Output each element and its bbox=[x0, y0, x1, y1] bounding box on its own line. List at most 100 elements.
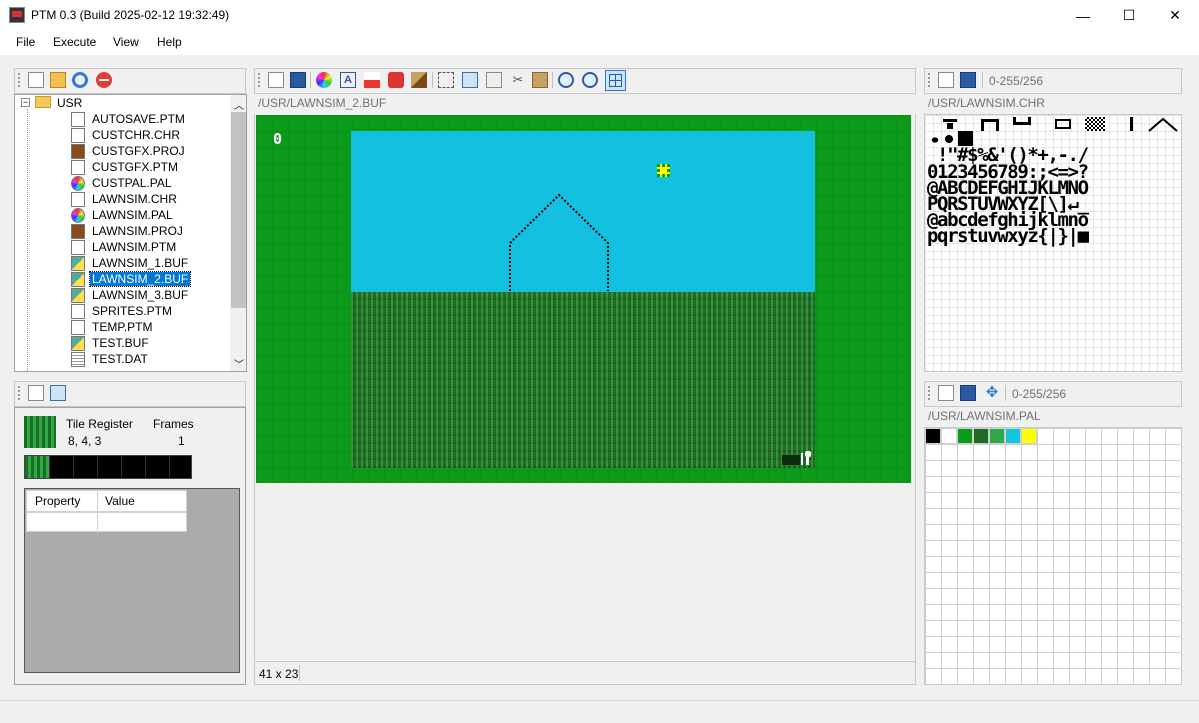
delete-icon[interactable] bbox=[96, 72, 112, 88]
tile-register-value: 8, 4, 3 bbox=[68, 434, 102, 448]
data-icon bbox=[71, 351, 85, 367]
tile-panel: Tile Register 8, 4, 3 Frames 1 Property … bbox=[14, 407, 246, 685]
pal-range: 0-255/256 bbox=[1012, 387, 1067, 401]
mower-sprite bbox=[782, 451, 814, 467]
menu-execute[interactable]: Execute bbox=[53, 35, 96, 49]
tree-item[interactable]: LAWNSIM.CHR bbox=[71, 191, 179, 207]
chr-row-6: pqrstuvwxyz{|}|■ bbox=[927, 225, 1089, 247]
zoom-in-icon[interactable] bbox=[558, 72, 574, 88]
tile-preview bbox=[24, 416, 56, 448]
palette-grid[interactable] bbox=[924, 427, 1182, 685]
paste-icon[interactable] bbox=[532, 72, 548, 88]
collapse-toggle[interactable]: − bbox=[21, 98, 30, 107]
new-pal-icon[interactable] bbox=[938, 385, 954, 401]
new-chr-icon[interactable] bbox=[938, 72, 954, 88]
project-icon bbox=[71, 143, 85, 159]
text-tool-icon[interactable]: A bbox=[340, 72, 356, 88]
save-icon[interactable] bbox=[290, 72, 306, 88]
move-icon[interactable]: ✥ bbox=[984, 385, 1000, 401]
scroll-up-icon[interactable]: ︿ bbox=[234, 97, 244, 112]
tree-item[interactable]: LAWNSIM.PROJ bbox=[71, 223, 185, 239]
copy-icon[interactable] bbox=[486, 72, 502, 88]
grid-toggle-icon[interactable] bbox=[605, 70, 626, 91]
tree-item[interactable]: LAWNSIM.PTM bbox=[71, 239, 178, 255]
editor-area[interactable]: 0 bbox=[254, 114, 916, 661]
property-header: Property bbox=[35, 494, 81, 508]
tree-item[interactable]: CUSTCHR.CHR bbox=[71, 127, 182, 143]
menu-file[interactable]: File bbox=[16, 35, 35, 49]
brush-icon[interactable] bbox=[411, 72, 427, 88]
palette-swatch[interactable] bbox=[941, 428, 957, 444]
tree-item[interactable]: CUSTGFX.PROJ bbox=[71, 143, 187, 159]
menu-help[interactable]: Help bbox=[157, 35, 182, 49]
tree-scrollbar[interactable]: ︿ ﹀ bbox=[230, 95, 246, 371]
close-button[interactable]: ✕ bbox=[1152, 0, 1198, 31]
frame-strip[interactable] bbox=[24, 455, 192, 479]
document-icon bbox=[71, 159, 85, 175]
new-file-icon[interactable] bbox=[28, 72, 44, 88]
new-tile-icon[interactable] bbox=[28, 385, 44, 401]
palette-swatch[interactable] bbox=[973, 428, 989, 444]
score-text: 0 bbox=[273, 130, 283, 148]
charset-grid[interactable]: !"#$%&'()*+,-./ 0123456789:;<=>? @ABCDEF… bbox=[924, 114, 1182, 372]
buffer-size-text: 41 x 23 bbox=[259, 667, 299, 681]
cut-icon[interactable]: ✂ bbox=[510, 72, 526, 88]
palette-swatch[interactable] bbox=[957, 428, 973, 444]
open-folder-icon[interactable] bbox=[50, 72, 66, 88]
editor-statusbar: 41 x 23 bbox=[254, 661, 916, 685]
buffer-icon bbox=[71, 255, 85, 271]
palette-swatch[interactable] bbox=[925, 428, 941, 444]
property-grid[interactable]: Property Value bbox=[24, 488, 240, 673]
tree-item[interactable]: LAWNSIM_3.BUF bbox=[71, 287, 190, 303]
pal-path: /USR/LAWNSIM.PAL bbox=[924, 408, 1182, 427]
menu-bar: File Execute View Help bbox=[0, 31, 1199, 55]
save-chr-icon[interactable] bbox=[960, 72, 976, 88]
tree-item[interactable]: CUSTGFX.PTM bbox=[71, 159, 180, 175]
font-icon bbox=[71, 127, 85, 143]
refresh-icon[interactable] bbox=[72, 72, 88, 88]
palette-swatch[interactable] bbox=[1021, 428, 1037, 444]
document-icon bbox=[71, 319, 85, 335]
tree-item[interactable]: LAWNSIM_1.BUF bbox=[71, 255, 190, 271]
scroll-thumb[interactable] bbox=[231, 112, 246, 308]
new-buffer-icon[interactable] bbox=[268, 72, 284, 88]
color-picker-icon[interactable] bbox=[316, 72, 332, 88]
tree-item[interactable]: TEST.BUF bbox=[71, 335, 151, 351]
zoom-out-icon[interactable] bbox=[582, 72, 598, 88]
tree-item[interactable]: CUSTPAL.PAL bbox=[71, 175, 174, 191]
frames-value: 1 bbox=[178, 434, 185, 448]
buffer-canvas[interactable]: 0 bbox=[256, 115, 911, 483]
property-row[interactable] bbox=[26, 512, 187, 533]
menu-view[interactable]: View bbox=[113, 35, 139, 49]
chr-range: 0-255/256 bbox=[989, 74, 1044, 88]
editor-path: /USR/LAWNSIM_2.BUF bbox=[254, 95, 916, 114]
save-pal-icon[interactable] bbox=[960, 385, 976, 401]
house-outline bbox=[509, 193, 609, 291]
tree-item[interactable]: AUTOSAVE.PTM bbox=[71, 111, 187, 127]
tile-settings-icon[interactable] bbox=[50, 385, 66, 401]
random-dice-icon[interactable] bbox=[388, 72, 404, 88]
minimize-button[interactable]: — bbox=[1060, 0, 1106, 31]
scroll-down-icon[interactable]: ﹀ bbox=[234, 356, 244, 371]
tree-item-selected[interactable]: LAWNSIM_2.BUF bbox=[71, 271, 192, 287]
chr-path: /USR/LAWNSIM.CHR bbox=[924, 95, 1182, 114]
frame-1[interactable] bbox=[25, 456, 49, 478]
tree-root-usr[interactable]: USR bbox=[57, 96, 82, 110]
tree-item[interactable]: TEMP.PTM bbox=[71, 319, 154, 335]
palette-icon bbox=[71, 207, 85, 223]
palette-icon bbox=[71, 175, 85, 191]
tree-item[interactable]: SPRITES.PTM bbox=[71, 303, 174, 319]
tile-toolbar bbox=[14, 381, 246, 407]
clear-selection-icon[interactable] bbox=[462, 72, 478, 88]
select-icon[interactable] bbox=[438, 72, 454, 88]
tile-register-label: Tile Register bbox=[66, 417, 133, 431]
palette-swatch[interactable] bbox=[1005, 428, 1021, 444]
frames-label: Frames bbox=[153, 417, 194, 431]
document-icon bbox=[71, 111, 85, 127]
tree-item[interactable]: TEST.DAT bbox=[71, 351, 150, 367]
fill-icon[interactable] bbox=[364, 72, 380, 88]
tree-item[interactable]: LAWNSIM.PAL bbox=[71, 207, 175, 223]
maximize-button[interactable]: ☐ bbox=[1106, 0, 1152, 31]
palette-swatch[interactable] bbox=[989, 428, 1005, 444]
app-icon bbox=[9, 7, 25, 23]
